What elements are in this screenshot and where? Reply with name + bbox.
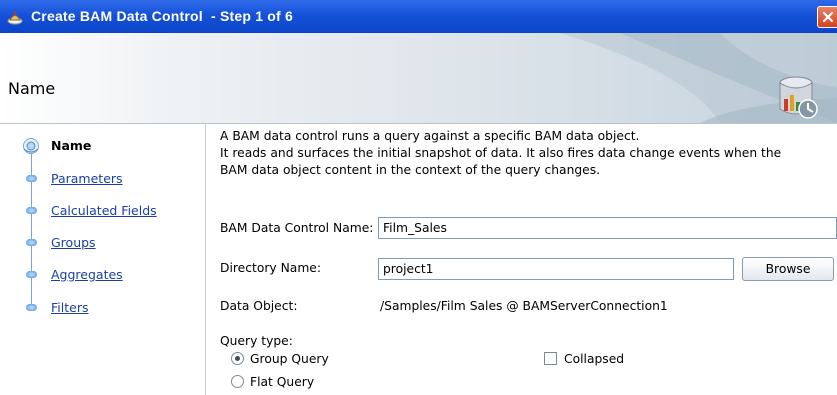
step-bullet-icon bbox=[26, 175, 37, 182]
description-line: BAM data object content in the context o… bbox=[220, 163, 601, 177]
data-object-label: Data Object: bbox=[220, 299, 298, 313]
bam-data-icon bbox=[779, 76, 818, 119]
description-line: A BAM data control runs a query against … bbox=[220, 129, 640, 143]
nav-step-aggregates[interactable]: Aggregates bbox=[24, 265, 204, 285]
step-bullet-icon bbox=[26, 304, 37, 311]
directory-name-label: Directory Name: bbox=[220, 261, 322, 275]
data-object-value: /Samples/Film Sales @ BAMServerConnectio… bbox=[380, 299, 668, 313]
nav-step-calculated-fields[interactable]: Calculated Fields bbox=[24, 201, 204, 221]
title-bar: Create BAM Data Control - Step 1 of 6 bbox=[0, 0, 837, 33]
page-header: Name bbox=[0, 33, 837, 124]
step-bullet-icon bbox=[26, 207, 37, 214]
page-title: Name bbox=[8, 79, 56, 98]
group-query-radio[interactable] bbox=[231, 352, 244, 365]
flat-query-radio[interactable] bbox=[231, 375, 244, 388]
header-decoration bbox=[560, 33, 837, 123]
control-name-label: BAM Data Control Name: bbox=[220, 221, 374, 235]
main-panel: A BAM data control runs a query against … bbox=[206, 124, 837, 395]
step-bullet-icon bbox=[26, 271, 37, 278]
current-step-icon bbox=[23, 138, 39, 154]
step-bullet-icon bbox=[26, 239, 37, 246]
control-name-input[interactable]: Film_Sales bbox=[378, 217, 837, 239]
nav-step-parameters[interactable]: Parameters bbox=[24, 169, 204, 189]
close-button[interactable] bbox=[817, 6, 837, 28]
browse-button[interactable]: Browse bbox=[742, 257, 834, 281]
nav-step-filters[interactable]: Filters bbox=[24, 298, 204, 318]
nav-step-label: Aggregates bbox=[51, 267, 123, 282]
nav-step-label: Parameters bbox=[51, 171, 123, 186]
flat-query-label: Flat Query bbox=[250, 375, 315, 389]
collapsed-label: Collapsed bbox=[564, 352, 625, 366]
collapsed-checkbox[interactable] bbox=[544, 352, 557, 365]
description-line: It reads and surfaces the initial snapsh… bbox=[220, 146, 782, 160]
nav-step-name[interactable]: Name bbox=[23, 136, 204, 156]
nav-step-label: Name bbox=[51, 138, 92, 153]
app-icon bbox=[7, 11, 23, 25]
nav-step-label: Calculated Fields bbox=[51, 203, 157, 218]
nav-step-label: Groups bbox=[51, 235, 96, 250]
query-type-label: Query type: bbox=[220, 334, 293, 348]
close-icon bbox=[822, 11, 834, 23]
nav-step-label: Filters bbox=[51, 300, 89, 315]
nav-step-groups[interactable]: Groups bbox=[24, 233, 204, 253]
group-query-label: Group Query bbox=[250, 352, 329, 366]
directory-name-input[interactable]: project1 bbox=[378, 258, 734, 280]
description: A BAM data control runs a query against … bbox=[220, 128, 781, 179]
window-title: Create BAM Data Control - Step 1 of 6 bbox=[31, 8, 293, 24]
